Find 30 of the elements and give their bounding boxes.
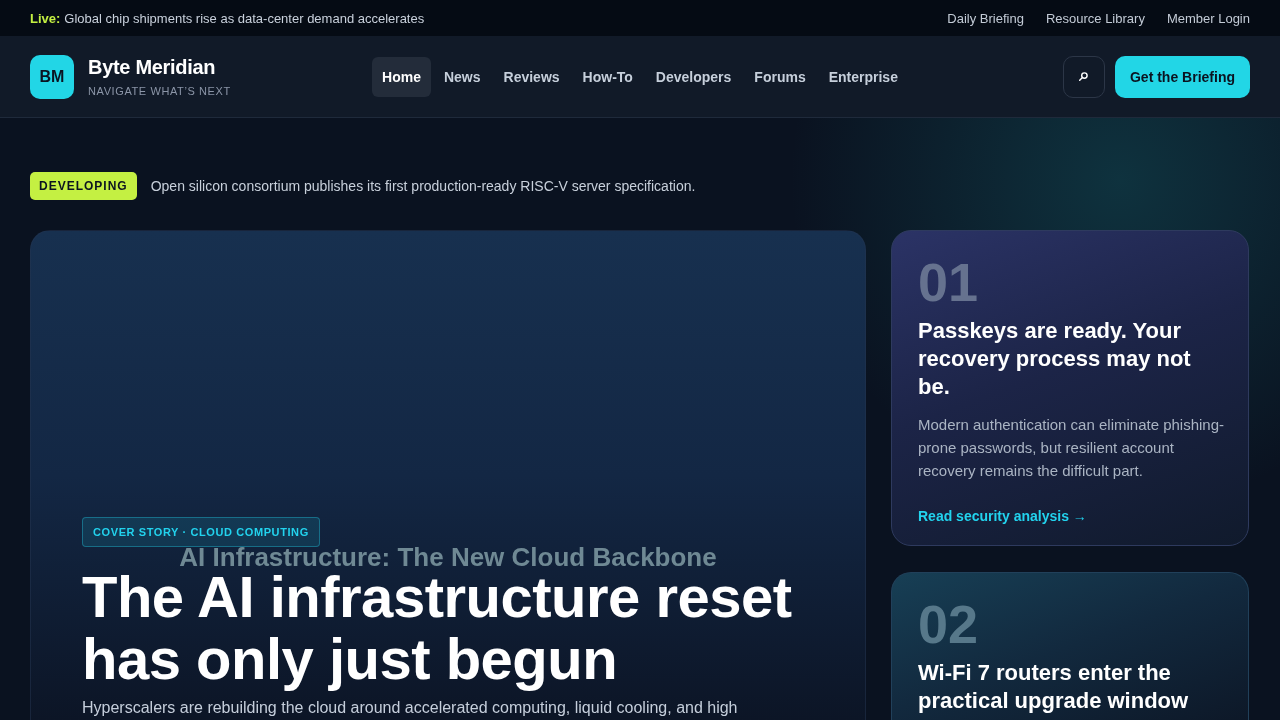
story-number: 01	[918, 257, 979, 307]
brand-tagline: NAVIGATE WHAT’S NEXT	[88, 85, 231, 98]
ticker-headline: Global chip shipments rise as data-center demand accelerates	[64, 10, 425, 26]
developing-label: DEVELOPING	[30, 172, 137, 200]
search-icon	[1079, 72, 1089, 81]
live-label: Live:	[30, 10, 61, 26]
search-button[interactable]	[1063, 55, 1105, 98]
image-alt-text: AI Infrastructure: The New Cloud Backbone	[179, 548, 717, 566]
category-tag: COVER STORY · CLOUD COMPUTING	[82, 517, 320, 547]
brand-logo[interactable]: BM	[30, 54, 74, 99]
utility-link[interactable]: Resource Library	[1045, 10, 1145, 26]
nav-tab[interactable]: Forums	[744, 56, 816, 97]
nav-tab[interactable]: How-To	[572, 56, 643, 97]
story-summary: Modern authentication can eliminate phishing-prone passwords, but resilient account recovery remains the difficult part.	[918, 415, 1226, 481]
nav-tab[interactable]: Home	[372, 56, 431, 97]
nav-tab[interactable]: Enterprise	[818, 56, 908, 97]
hero-headline: The AI infrastructure reset has only just begun	[82, 566, 793, 690]
utility-link[interactable]: Member Login	[1166, 10, 1250, 26]
brand-name: Byte Meridian	[88, 55, 217, 79]
story-headline: Wi-Fi 7 routers enter the practical upgrade window	[918, 659, 1190, 715]
story-headline: Passkeys are ready. Your recovery process may not be.	[918, 317, 1192, 401]
utility-link[interactable]: Daily Briefing	[947, 10, 1024, 26]
story-number: 02	[918, 599, 979, 649]
alert-headline: Open silicon consortium publishes its first production-ready RISC-V server specification.	[150, 178, 696, 194]
nav-tab[interactable]: Reviews	[493, 56, 570, 97]
briefing-button[interactable]: Get the Briefing	[1115, 55, 1250, 98]
story-link[interactable]: Read security analysis →	[918, 506, 1087, 526]
nav-tab[interactable]: Developers	[645, 56, 742, 97]
nav-tab[interactable]: News	[433, 56, 491, 97]
hero-summary: Hyperscalers are rebuilding the cloud around accelerated computing, liquid cooling, and high	[82, 698, 739, 718]
